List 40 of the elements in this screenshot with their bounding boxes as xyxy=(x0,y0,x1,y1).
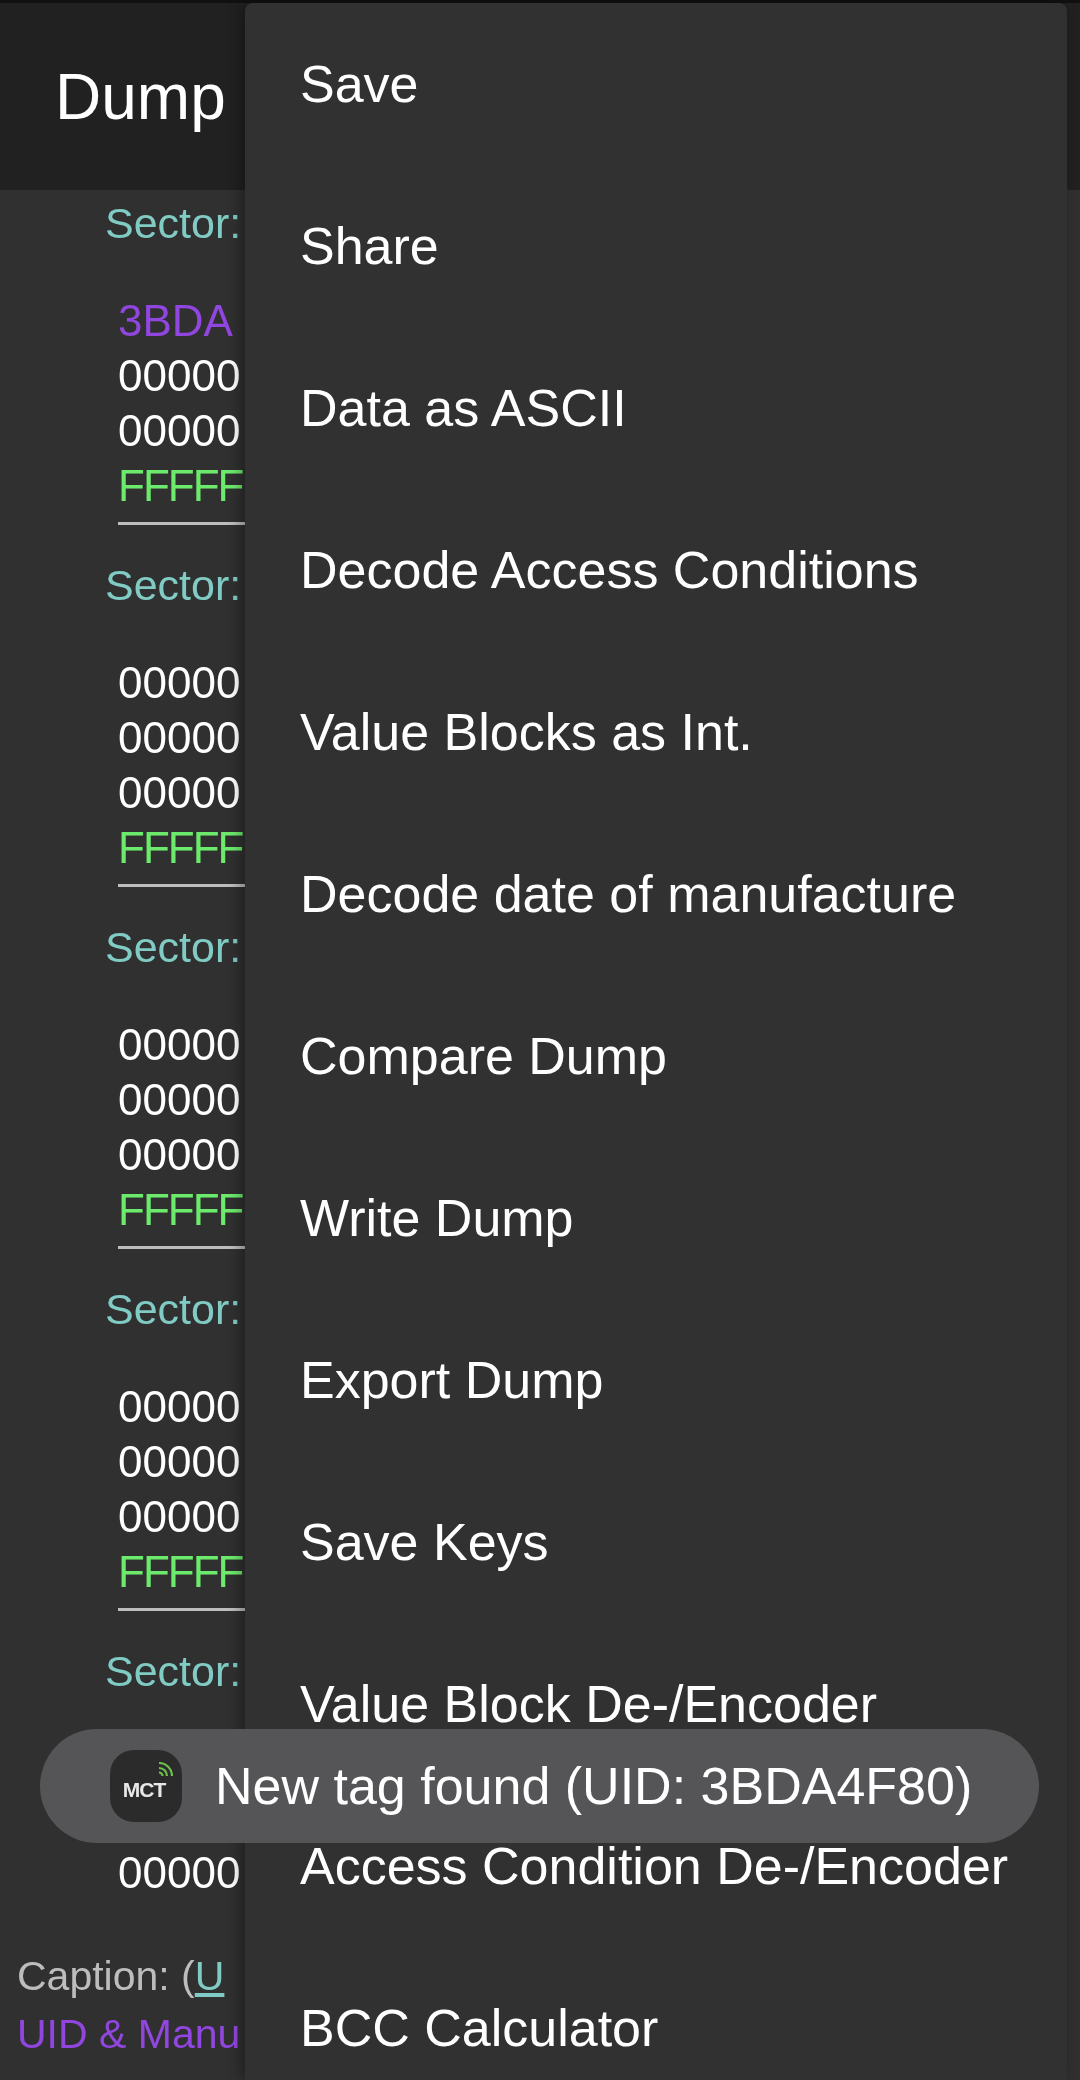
hex-line: FFFFF xyxy=(118,460,243,512)
hex-line: FFFFF xyxy=(118,1184,243,1236)
hex-line: 00000 xyxy=(118,1019,241,1071)
sector-label: Sector: xyxy=(105,922,242,973)
menu-item[interactable]: BCC Calculator xyxy=(245,1947,1067,2080)
menu-item[interactable]: Share xyxy=(245,165,1067,327)
hex-line: 00000 xyxy=(118,712,241,764)
hex-line: 00000 xyxy=(118,1847,241,1899)
menu-item[interactable]: Data as ASCII xyxy=(245,327,1067,489)
sector-label: Sector: xyxy=(105,560,242,611)
logo-text: MCT xyxy=(122,1778,166,1802)
sector-label: Sector: xyxy=(105,1284,242,1335)
menu-item[interactable]: Value Blocks as Int. xyxy=(245,651,1067,813)
hex-line: 00000 xyxy=(118,767,241,819)
hex-line: FFFFF xyxy=(118,822,243,874)
hex-line: 00000 xyxy=(118,1381,241,1433)
menu-item[interactable]: Save Keys xyxy=(245,1461,1067,1623)
sector-label: Sector: xyxy=(105,198,242,249)
signal-icon xyxy=(157,1762,173,1778)
hex-line: 00000 xyxy=(118,350,241,402)
menu-item[interactable]: Write Dump xyxy=(245,1137,1067,1299)
menu-item[interactable]: Decode date of manufacture xyxy=(245,813,1067,975)
menu-item[interactable]: Export Dump xyxy=(245,1299,1067,1461)
toast-message: New tag found (UID: 3BDA4F80) xyxy=(215,1756,973,1816)
hex-line: 00000 xyxy=(118,1436,241,1488)
caption-link[interactable]: U xyxy=(194,1953,225,1999)
sector-label: Sector: xyxy=(105,1646,242,1697)
screen-title: Dump xyxy=(55,59,226,134)
hex-line: 00000 xyxy=(118,1491,241,1543)
hex-line: 00000 xyxy=(118,1074,241,1126)
hex-line: 00000 xyxy=(118,1129,241,1181)
hex-line: 3BDA xyxy=(118,295,233,347)
menu-item[interactable]: Decode Access Conditions xyxy=(245,489,1067,651)
hex-line: 00000 xyxy=(118,657,241,709)
menu-item[interactable]: Compare Dump xyxy=(245,975,1067,1137)
legend-item: UID & Manu xyxy=(17,2010,241,2059)
hex-line: 00000 xyxy=(118,405,241,457)
hex-line: FFFFF xyxy=(118,1546,243,1598)
caption-text: Caption: (U xyxy=(17,1952,225,2001)
menu-item[interactable]: Save xyxy=(245,3,1067,165)
